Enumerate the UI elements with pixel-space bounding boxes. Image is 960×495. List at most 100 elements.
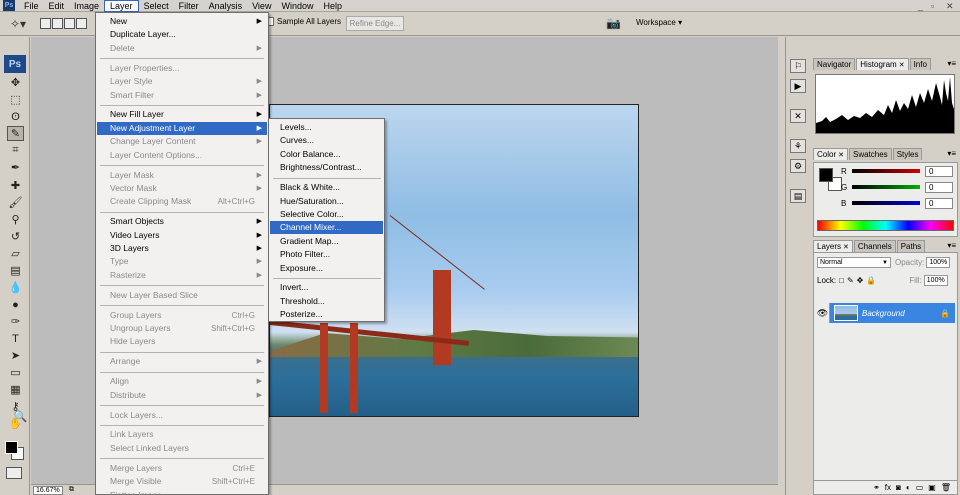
- tab-info[interactable]: Info: [909, 58, 931, 70]
- lasso-tool-icon[interactable]: ʘ: [7, 109, 24, 124]
- workspace-button[interactable]: Workspace ▾: [636, 18, 682, 27]
- menu-edit[interactable]: Edit: [44, 0, 70, 12]
- submenu-item-posterize[interactable]: Posterize...: [270, 308, 383, 321]
- eraser-tool-icon[interactable]: ▱: [7, 246, 24, 261]
- panel-menu-icon[interactable]: ▾≡: [947, 241, 956, 250]
- close-icon[interactable]: ✕: [843, 244, 849, 251]
- menu-item-smart-objects[interactable]: Smart Objects ▶: [97, 215, 267, 228]
- menu-item-3d-layers[interactable]: 3D Layers ▶: [97, 242, 267, 255]
- magic-wand-icon[interactable]: ✧▾: [6, 15, 30, 33]
- menu-help[interactable]: Help: [318, 0, 347, 12]
- close-icon[interactable]: ✕: [899, 62, 905, 69]
- green-slider[interactable]: [852, 185, 920, 189]
- gradient-tool-icon[interactable]: ▤: [7, 263, 24, 278]
- menu-image[interactable]: Image: [69, 0, 104, 12]
- subtract-selection-icon[interactable]: [64, 18, 75, 29]
- trash-icon[interactable]: 🗑: [941, 483, 951, 492]
- minimize-icon[interactable]: _: [918, 0, 923, 12]
- menu-file[interactable]: File: [19, 0, 44, 12]
- panel-menu-icon[interactable]: ▾≡: [947, 149, 956, 158]
- red-value-input[interactable]: 0: [925, 165, 953, 177]
- clone-source-icon[interactable]: ⚙: [790, 159, 806, 173]
- blur-tool-icon[interactable]: 💧: [7, 280, 24, 295]
- brush-tool-icon[interactable]: 🖌: [7, 195, 24, 210]
- camera-icon[interactable]: 📷: [606, 16, 621, 30]
- close-icon[interactable]: ✕: [946, 0, 954, 12]
- history-panel-icon[interactable]: ⚐: [790, 59, 806, 73]
- intersect-selection-icon[interactable]: [76, 18, 87, 29]
- restore-icon[interactable]: ▫: [931, 0, 934, 12]
- add-selection-icon[interactable]: [52, 18, 63, 29]
- menu-item-new[interactable]: New ▶: [97, 15, 267, 28]
- link-layers-icon[interactable]: ⚭: [873, 483, 880, 492]
- tool-presets-icon[interactable]: ✕: [790, 109, 806, 123]
- tab-navigator[interactable]: Navigator: [813, 58, 856, 70]
- healing-brush-icon[interactable]: ✚: [7, 178, 24, 193]
- quick-selection-tool-icon[interactable]: ✎: [7, 126, 24, 141]
- submenu-item-color-balance[interactable]: Color Balance...: [270, 148, 383, 161]
- submenu-item-black-white[interactable]: Black & White...: [270, 181, 383, 194]
- submenu-item-selective-color[interactable]: Selective Color...: [270, 208, 383, 221]
- submenu-item-hue-saturation[interactable]: Hue/Saturation...: [270, 195, 383, 208]
- color-fg-swatch[interactable]: [819, 168, 833, 182]
- adjustment-layer-icon[interactable]: ◐: [906, 483, 911, 492]
- brushes-panel-icon[interactable]: ⚘: [790, 139, 806, 153]
- zoom-tool-icon[interactable]: 🔍: [12, 409, 29, 424]
- fill-input[interactable]: 100%: [923, 275, 948, 286]
- submenu-item-exposure[interactable]: Exposure...: [270, 262, 383, 275]
- path-selection-icon[interactable]: ➤: [7, 348, 24, 363]
- marquee-tool-icon[interactable]: ⬚: [7, 92, 24, 107]
- eyedropper-tool-icon[interactable]: ✒: [7, 160, 24, 175]
- notes-tool-icon[interactable]: ▦: [7, 382, 24, 397]
- shape-tool-icon[interactable]: ▭: [7, 365, 24, 380]
- red-slider[interactable]: [852, 169, 920, 173]
- layer-style-icon[interactable]: fx: [885, 483, 891, 492]
- menu-window[interactable]: Window: [276, 0, 318, 12]
- menu-layer[interactable]: Layer: [104, 0, 139, 12]
- lock-icons[interactable]: □✎✥🔒: [839, 276, 879, 285]
- quick-mask-icon[interactable]: [6, 467, 22, 479]
- submenu-item-gradient-map[interactable]: Gradient Map...: [270, 235, 383, 248]
- zoom-level[interactable]: 16.67%: [33, 485, 63, 495]
- new-selection-icon[interactable]: [40, 18, 51, 29]
- submenu-item-brightness-contrast[interactable]: Brightness/Contrast...: [270, 161, 383, 174]
- move-tool-icon[interactable]: ✥: [7, 75, 24, 90]
- type-tool-icon[interactable]: T: [7, 331, 24, 346]
- menu-view[interactable]: View: [247, 0, 276, 12]
- submenu-item-curves[interactable]: Curves...: [270, 134, 383, 147]
- pen-tool-icon[interactable]: ✑: [7, 314, 24, 329]
- foreground-color-swatch[interactable]: [5, 441, 18, 454]
- visibility-eye-icon[interactable]: 👁: [816, 303, 830, 323]
- close-icon[interactable]: ✕: [838, 152, 844, 159]
- menu-filter[interactable]: Filter: [174, 0, 204, 12]
- opacity-input[interactable]: 100%: [926, 257, 951, 268]
- actions-panel-icon[interactable]: ▶: [790, 79, 806, 93]
- submenu-item-levels[interactable]: Levels...: [270, 121, 383, 134]
- refine-edge-button[interactable]: Refine Edge...: [346, 16, 404, 31]
- menu-item-new-adjustment-layer[interactable]: New Adjustment Layer ▶: [97, 121, 267, 135]
- menu-select[interactable]: Select: [139, 0, 174, 12]
- new-group-icon[interactable]: ▭: [916, 483, 924, 492]
- blue-slider[interactable]: [852, 201, 920, 205]
- new-layer-icon[interactable]: ▣: [928, 483, 936, 492]
- menu-analysis[interactable]: Analysis: [204, 0, 248, 12]
- tab-layers[interactable]: Layers ✕: [813, 240, 853, 252]
- tab-histogram[interactable]: Histogram ✕: [856, 58, 909, 70]
- panel-menu-icon[interactable]: ▾≡: [947, 59, 956, 68]
- layer-mask-icon[interactable]: ◙: [896, 483, 901, 492]
- tab-paths[interactable]: Paths: [896, 240, 926, 252]
- submenu-item-threshold[interactable]: Threshold...: [270, 295, 383, 308]
- submenu-item-channel-mixer[interactable]: Channel Mixer...: [270, 221, 383, 235]
- menu-item-video-layers[interactable]: Video Layers ▶: [97, 229, 267, 242]
- menu-item-new-fill-layer[interactable]: New Fill Layer ▶: [97, 108, 267, 121]
- tab-styles[interactable]: Styles: [892, 148, 923, 160]
- green-value-input[interactable]: 0: [925, 181, 953, 193]
- tab-color[interactable]: Color ✕: [813, 148, 848, 160]
- blend-mode-select[interactable]: Normal ▼: [817, 257, 891, 268]
- submenu-item-invert[interactable]: Invert...: [270, 281, 383, 294]
- blue-value-input[interactable]: 0: [925, 197, 953, 209]
- color-spectrum-bar[interactable]: [817, 220, 954, 231]
- layer-comps-icon[interactable]: ▤: [790, 189, 806, 203]
- tab-swatches[interactable]: Swatches: [849, 148, 892, 160]
- history-brush-icon[interactable]: ↺: [7, 229, 24, 244]
